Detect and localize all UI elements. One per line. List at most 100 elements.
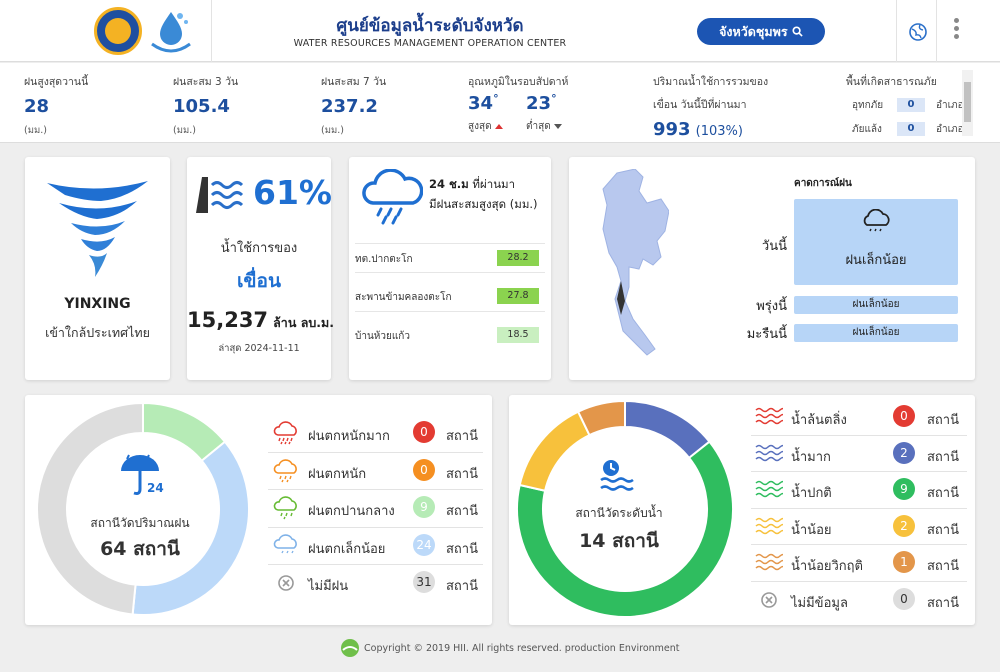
legend-row[interactable]: ฝนตกเล็กน้อย 24 สถานี: [268, 528, 483, 565]
legend-label: น้ำมาก: [791, 449, 831, 465]
stat-value: 105.4: [173, 96, 230, 117]
level-stations-card[interactable]: สถานีวัดระดับน้ำ 14 สถานี น้ำล้นตลิ่ง 0 สถ…: [509, 395, 975, 625]
legend-count: 31: [413, 571, 435, 593]
forecast-today-box[interactable]: ฝนเล็กน้อย: [794, 199, 958, 285]
stats-scrollbar[interactable]: [962, 70, 973, 136]
rain24-title: 24 ช.ม ที่ผ่านมา: [429, 177, 516, 191]
legend-row[interactable]: ฝนตกหนักมาก 0 สถานี: [268, 415, 483, 453]
stat-rain-7d[interactable]: ฝนสะสม 7 วัน 237.2 (มม.): [321, 73, 386, 138]
rain24-row[interactable]: ทต.ปากตะโก 28.2: [355, 243, 545, 273]
storm-icon: [47, 181, 148, 277]
level-center-label: สถานีวัดระดับน้ำ: [575, 506, 663, 520]
forecast-card[interactable]: คาดการณ์ฝน วันนี้ ฝนเล็กน้อย พรุ่งนี้ ฝน…: [569, 157, 975, 380]
legend-count: 2: [893, 514, 915, 537]
dam-volume: 15,237 ล้าน ลบ.ม.: [187, 308, 335, 332]
dam-card[interactable]: 61% น้ำใช้การของ เขื่อน 15,237 ล้าน ลบ.ม…: [187, 157, 335, 380]
globe-icon[interactable]: [908, 22, 928, 42]
dam-icon: [196, 177, 244, 213]
temp-min-value: 23°: [526, 92, 557, 114]
header-divider: [936, 0, 937, 62]
temp-min-label: ต่ำสุด: [526, 119, 562, 134]
legend-row[interactable]: ไม่มีฝน 31 สถานี: [268, 565, 483, 603]
stat-disaster[interactable]: พื้นที่เกิดสาธารณภัย อุทกภัย 0 อำเภอ ภัย…: [846, 73, 964, 136]
stat-water-use[interactable]: ปริมาณน้ำใช้การรวมของ เขื่อน วันนี้ปีที่…: [653, 73, 813, 140]
forecast-today-label: วันนี้: [761, 239, 787, 254]
legend-unit: สถานี: [446, 541, 478, 557]
station-name: บ้านห้วยแก้ว: [355, 331, 410, 342]
forecast-tomorrow-box[interactable]: ฝนเล็กน้อย: [794, 296, 958, 314]
legend-count: 2: [893, 441, 915, 464]
heavy-rain-icon: [273, 421, 297, 445]
legend-unit: สถานี: [927, 486, 959, 501]
drought-row: ภัยแล้ง 0 อำเภอ: [852, 122, 964, 136]
moderate-rain-icon: [273, 496, 297, 520]
logo-water[interactable]: [146, 6, 196, 56]
light-rain-icon: [273, 533, 297, 553]
legend-count: 0: [413, 458, 435, 481]
rain-cloud-icon: [362, 169, 423, 225]
legend-unit: สถานี: [927, 595, 959, 611]
stat-unit: (มม.): [321, 125, 344, 136]
legend-row[interactable]: ฝนตกปานกลาง 9 สถานี: [268, 490, 483, 528]
donut-slice[interactable]: [624, 401, 711, 460]
copyright-text: Copyright © 2019 HII. All rights reserve…: [364, 643, 680, 654]
donut-slice[interactable]: [36, 401, 144, 616]
legend-label: ฝนตกหนักมาก: [308, 429, 390, 444]
legend-unit: สถานี: [446, 429, 478, 444]
rain24-card[interactable]: 24 ช.ม ที่ผ่านมา มีฝนสะสมสูงสุด (มม.) ทต…: [349, 157, 551, 380]
storm-card[interactable]: YINXING เข้าใกล้ประเทศไทย: [25, 157, 170, 380]
flood-row: อุทกภัย 0 อำเภอ: [852, 98, 964, 112]
rain-stations-donut[interactable]: [35, 401, 251, 617]
legend-label: ไม่มีข้อมูล: [791, 595, 848, 611]
dam-percent: 61%: [253, 173, 332, 212]
water-level-clock-icon: [600, 460, 634, 491]
stat-label: ฝนสะสม 7 วัน: [321, 76, 387, 88]
stat-rain-today[interactable]: ฝนสูงสุดวานนี้ 28 (มม.): [24, 73, 88, 138]
station-name: ทต.ปากตะโก: [355, 254, 413, 265]
province-search-button[interactable]: จังหวัดชุมพร: [697, 18, 825, 45]
station-value: 18.5: [497, 327, 539, 343]
stat-label: พื้นที่เกิดสาธารณภัย: [846, 76, 937, 88]
arrow-up-icon: [494, 123, 503, 129]
legend-row[interactable]: น้ำมาก 2 สถานี: [751, 436, 967, 472]
stat-label: อุณหภูมิในรอบสัปดาห์: [468, 76, 569, 88]
stat-value: 993 (103%): [653, 119, 743, 140]
legend-unit: สถานี: [446, 466, 478, 482]
rain-stations-card[interactable]: 24 สถานีวัดปริมาณฝน 64 สถานี ฝนตกหนักมาก…: [25, 395, 492, 625]
logo-emblem[interactable]: [94, 7, 142, 55]
legend-label: น้ำน้อย: [791, 522, 832, 538]
no-data-icon: [761, 591, 777, 608]
legend-label: ไม่มีฝน: [308, 579, 349, 594]
arrow-down-icon: [553, 123, 562, 129]
stat-rain-3d[interactable]: ฝนสะสม 3 วัน 105.4 (มม.): [173, 73, 238, 138]
stat-label: ฝนสูงสุดวานนี้: [24, 76, 89, 88]
no-rain-icon: [278, 575, 294, 591]
legend-row[interactable]: น้ำน้อยวิกฤติ 1 สถานี: [751, 545, 967, 582]
stat-label: ปริมาณน้ำใช้การรวมของ: [653, 76, 769, 88]
rain24-row[interactable]: บ้านห้วยแก้ว 18.5: [355, 321, 545, 351]
legend-count: 0: [893, 587, 915, 610]
legend-row[interactable]: น้ำล้นตลิ่ง 0 สถานี: [751, 399, 967, 436]
dam-updated: ล่าสุด 2024-11-11: [218, 343, 300, 354]
rain-center-label: สถานีวัดปริมาณฝน: [90, 516, 190, 530]
legend-unit: สถานี: [446, 579, 478, 594]
legend-row[interactable]: ไม่มีข้อมูล 0 สถานี: [751, 582, 967, 619]
umbrella-number: 24: [147, 481, 164, 495]
forecast-dayafter-box[interactable]: ฝนเล็กน้อย: [794, 324, 958, 342]
legend-unit: สถานี: [927, 449, 959, 465]
temp-max-value: 34°: [468, 92, 499, 114]
province-button-label: จังหวัดชุมพร: [719, 24, 788, 39]
thailand-map[interactable]: [599, 169, 669, 361]
rain24-row[interactable]: สะพานข้ามคลองตะโก 27.8: [355, 282, 545, 312]
level-legend: น้ำล้นตลิ่ง 0 สถานี น้ำมาก 2 สถานี น้ำปกติ 9 สถา…: [751, 399, 967, 619]
stat-temperature[interactable]: อุณหภูมิในรอบสัปดาห์ 34° 23° สูงสุด ต่ำส…: [468, 73, 598, 132]
high-water-icon: [755, 444, 783, 461]
kebab-menu-icon[interactable]: [948, 16, 964, 46]
legend-row[interactable]: ฝนตกหนัก 0 สถานี: [268, 453, 483, 490]
normal-water-icon: [755, 480, 783, 498]
storm-desc: เข้าใกล้ประเทศไทย: [45, 325, 150, 340]
legend-row[interactable]: น้ำปกติ 9 สถานี: [751, 472, 967, 509]
forecast-title: คาดการณ์ฝน: [794, 178, 852, 189]
legend-row[interactable]: น้ำน้อย 2 สถานี: [751, 509, 967, 545]
donut-slice[interactable]: [518, 410, 591, 492]
